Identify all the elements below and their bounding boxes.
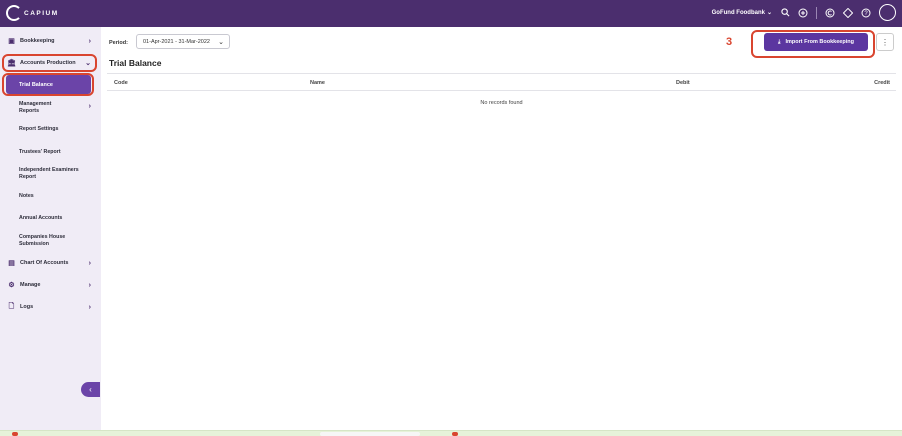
company-selector[interactable]: GoFund Foodbank ⌄ — [711, 9, 772, 17]
import-from-bookkeeping-button[interactable]: ⤓ Import From Bookkeeping — [764, 33, 868, 51]
collapse-sidebar-button[interactable]: ‹ — [81, 382, 100, 397]
sidebar-subitem-companies-house-submission[interactable]: Companies House Submission — [19, 234, 79, 248]
sidebar: ▣ Bookkeeping › 🏛 Accounts Production ⌄ … — [0, 27, 112, 430]
sidebar-subitem-notes[interactable]: Notes — [19, 193, 94, 200]
empty-table-message: No records found — [480, 100, 523, 106]
chevron-right-icon: › — [88, 37, 91, 45]
column-header-name[interactable]: Name — [310, 80, 325, 86]
taskbar-app-icon[interactable] — [12, 432, 18, 436]
column-header-debit[interactable]: Debit — [676, 80, 690, 86]
period-label: Period: — [109, 40, 128, 46]
gear-icon: ⚙ — [8, 282, 15, 289]
sidebar-item-label: Chart Of Accounts — [20, 260, 69, 266]
table-header: Code Name Debit Credit — [107, 73, 896, 91]
chevron-down-icon: ⌄ — [218, 38, 224, 46]
chevron-right-icon: › — [88, 259, 91, 267]
sidebar-subitem-trustees-report[interactable]: Trustees' Report — [19, 149, 94, 156]
book-icon: ▣ — [8, 38, 15, 45]
document-icon: 🗋 — [8, 302, 15, 310]
download-icon: ⤓ — [778, 38, 781, 45]
sidebar-item-label: Management Reports — [19, 101, 52, 114]
top-bar: CAPIUM GoFund Foodbank ⌄ ? — [0, 0, 902, 27]
page-title: Trial Balance — [109, 58, 162, 68]
company-name: GoFund Foodbank — [711, 9, 765, 16]
taskbar — [0, 430, 902, 436]
logo-mark-icon — [6, 5, 22, 21]
chevron-right-icon: › — [88, 281, 91, 289]
chevron-right-icon: › — [88, 303, 91, 311]
search-icon[interactable] — [780, 8, 790, 18]
sidebar-subitem-management-reports[interactable]: Management Reports › — [19, 101, 94, 115]
import-button-label: Import From Bookkeeping — [785, 39, 854, 45]
annotation-number-3: 3 — [726, 36, 733, 48]
sidebar-item-manage[interactable]: ⚙ Manage › — [0, 280, 101, 290]
period-value: 01-Apr-2021 - 31-Mar-2022 — [143, 38, 210, 45]
column-header-credit[interactable]: Credit — [874, 80, 890, 86]
taskbar-app-icon[interactable] — [452, 432, 458, 436]
highlight-box-1 — [2, 54, 97, 72]
period-select[interactable]: 01-Apr-2021 - 31-Mar-2022 ⌄ — [136, 34, 230, 49]
sidebar-subitem-report-settings[interactable]: Report Settings — [19, 126, 94, 133]
add-circle-icon[interactable] — [798, 8, 808, 18]
column-header-code[interactable]: Code — [114, 80, 128, 86]
chart-icon: ▤ — [8, 260, 15, 267]
main-content: Period: 01-Apr-2021 - 31-Mar-2022 ⌄ Tria… — [101, 27, 902, 430]
more-options-button[interactable]: ⋮ — [876, 33, 894, 51]
sidebar-subitem-annual-accounts[interactable]: Annual Accounts — [19, 215, 94, 222]
capium-apps-icon[interactable] — [825, 8, 835, 18]
chevron-down-icon: ⌄ — [766, 10, 772, 16]
sidebar-item-logs[interactable]: 🗋 Logs › — [0, 302, 101, 312]
sidebar-item-label: Manage — [20, 282, 41, 288]
sidebar-item-label: Bookkeeping — [20, 38, 55, 44]
help-icon[interactable]: ? — [861, 8, 871, 18]
logo-text: CAPIUM — [24, 9, 59, 17]
directions-icon[interactable] — [843, 7, 853, 18]
capium-logo[interactable]: CAPIUM — [6, 5, 59, 21]
chevron-left-icon: ‹ — [89, 385, 92, 394]
divider — [816, 6, 817, 19]
sidebar-item-label: Logs — [20, 304, 34, 310]
chevron-right-icon: › — [88, 103, 91, 110]
sidebar-item-chart-of-accounts[interactable]: ▤ Chart Of Accounts › — [0, 258, 101, 268]
sidebar-item-bookkeeping[interactable]: ▣ Bookkeeping › — [0, 36, 101, 46]
sidebar-subitem-independent-examiners-report[interactable]: Independent Examiners Report — [19, 167, 91, 181]
highlight-box-2 — [2, 73, 94, 96]
user-avatar[interactable] — [879, 4, 896, 21]
more-vertical-icon: ⋮ — [881, 37, 889, 47]
taskbar-search[interactable] — [320, 432, 420, 436]
